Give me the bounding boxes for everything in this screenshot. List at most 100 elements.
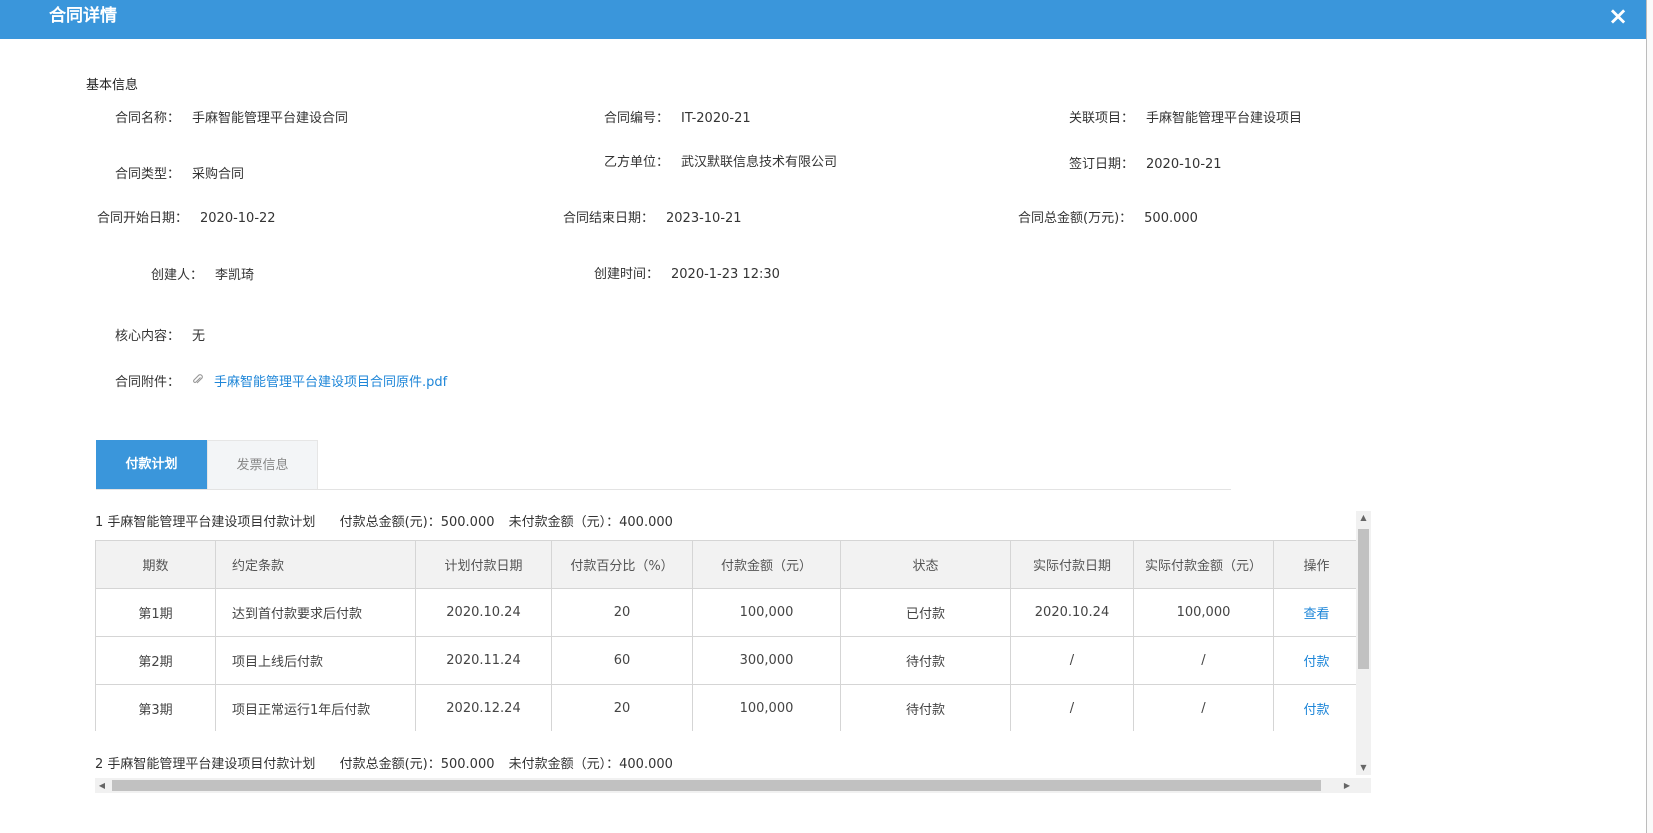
section-title-basic-info: 基本信息 [86,78,139,93]
attachment-label: 合同附件： [115,375,181,390]
plan-header-1: 1 手麻智能管理平台建设项目付款计划 付款总金额(元)：500.000 未付款金… [95,511,673,530]
end-date-label: 合同结束日期： [563,211,655,226]
cell-actual-amount: / [1133,636,1274,685]
created-time-value: 2020-1-23 12:30 [671,267,780,282]
col-actions: 操作 [1273,540,1356,589]
field-related-project: 关联项目： 手麻智能管理平台建设项目 [1069,107,1302,126]
plan-total: 付款总金额(元)：500.000 [339,515,495,530]
field-core-content: 核心内容： 无 [115,325,205,344]
paperclip-icon [192,374,204,389]
cell-actual-date: / [1010,684,1134,731]
table-row: 第3期 项目正常运行1年后付款 2020.12.24 20 100,000 待付… [95,684,1356,731]
cell-terms: 项目上线后付款 [215,636,416,685]
total-amount-value: 500.000 [1144,211,1198,226]
scroll-down-icon[interactable]: ▼ [1356,761,1371,775]
sign-date-value: 2020-10-21 [1146,157,1222,172]
start-date-label: 合同开始日期： [97,211,189,226]
scroll-up-icon[interactable]: ▲ [1356,511,1371,525]
close-icon[interactable]: × [1606,4,1630,28]
plan-index: 1 [95,515,104,530]
plan-total: 付款总金额(元)：500.000 [339,757,495,772]
sign-date-label: 签订日期： [1069,157,1135,172]
cell-status: 已付款 [840,588,1011,637]
attachment-link[interactable]: 手麻智能管理平台建设项目合同原件.pdf [214,375,447,390]
contract-name-label: 合同名称： [115,111,181,126]
field-total-amount: 合同总金额(万元)： 500.000 [1018,207,1198,226]
start-date-value: 2020-10-22 [200,211,276,226]
field-creator: 创建人： 李凯琦 [151,264,254,283]
contract-type-label: 合同类型： [115,167,181,182]
total-amount-label: 合同总金额(万元)： [1018,211,1133,226]
tab-payment-plan[interactable]: 付款计划 [96,440,207,489]
vertical-scrollbar[interactable]: ▲ ▼ [1356,511,1371,775]
cell-percent: 20 [551,684,693,731]
creator-label: 创建人： [151,268,204,283]
plan-unpaid: 未付款金额（元）：400.000 [508,757,673,772]
scroll-right-icon[interactable]: ▶ [1340,778,1354,793]
pay-link[interactable]: 付款 [1303,655,1329,670]
table-row: 第2期 项目上线后付款 2020.11.24 60 300,000 待付款 / … [95,636,1356,685]
field-contract-no: 合同编号： IT-2020-21 [604,107,751,126]
col-actual-date: 实际付款日期 [1010,540,1134,589]
plan-name: 手麻智能管理平台建设项目付款计划 [107,515,316,530]
cell-amount: 100,000 [692,684,841,731]
party-b-label: 乙方单位： [604,155,670,170]
dialog-title: 合同详情 [49,6,117,26]
core-content-value: 无 [192,329,206,344]
dialog-header: 合同详情 × [0,0,1646,39]
contract-no-value: IT-2020-21 [681,111,751,126]
cell-planned-date: 2020.12.24 [415,684,552,731]
field-sign-date: 签订日期： 2020-10-21 [1069,153,1222,172]
contract-no-label: 合同编号： [604,111,670,126]
field-contract-type: 合同类型： 采购合同 [115,163,244,182]
horizontal-scrollbar[interactable]: ◀ ▶ [95,778,1371,793]
end-date-value: 2023-10-21 [666,211,742,226]
cell-status: 待付款 [840,636,1011,685]
cell-period: 第2期 [95,636,216,685]
vertical-scroll-thumb[interactable] [1358,529,1369,669]
col-planned-date: 计划付款日期 [415,540,552,589]
view-link[interactable]: 查看 [1303,607,1329,622]
col-status: 状态 [840,540,1011,589]
cell-planned-date: 2020.11.24 [415,636,552,685]
field-contract-name: 合同名称： 手麻智能管理平台建设合同 [115,107,348,126]
cell-percent: 20 [551,588,693,637]
contract-type-value: 采购合同 [192,167,245,182]
field-end-date: 合同结束日期： 2023-10-21 [563,207,742,226]
core-content-label: 核心内容： [115,329,181,344]
cell-period: 第1期 [95,588,216,637]
horizontal-scroll-thumb[interactable] [112,780,1321,791]
field-party-b: 乙方单位： 武汉默联信息技术有限公司 [604,151,837,170]
col-period: 期数 [95,540,216,589]
cell-actual-date: / [1010,636,1134,685]
cell-terms: 达到首付款要求后付款 [215,588,416,637]
cell-amount: 300,000 [692,636,841,685]
cell-action: 付款 [1273,636,1356,685]
plan-header-2: 2 手麻智能管理平台建设项目付款计划 付款总金额(元)：500.000 未付款金… [95,753,673,772]
contract-name-value: 手麻智能管理平台建设合同 [192,111,349,126]
tab-invoice-info[interactable]: 发票信息 [207,440,318,489]
cell-terms: 项目正常运行1年后付款 [215,684,416,731]
pay-link[interactable]: 付款 [1303,703,1329,718]
table-header-row: 期数 约定条款 计划付款日期 付款百分比（%） 付款金额（元） 状态 实际付款日… [95,540,1356,589]
related-project-label: 关联项目： [1069,111,1135,126]
scroll-left-icon[interactable]: ◀ [95,778,109,793]
cell-period: 第3期 [95,684,216,731]
cell-action: 付款 [1273,684,1356,731]
cell-actual-date: 2020.10.24 [1010,588,1134,637]
cell-action: 查看 [1273,588,1356,637]
cell-planned-date: 2020.10.24 [415,588,552,637]
tab-bar: 付款计划 发票信息 [96,440,1231,490]
related-project-value: 手麻智能管理平台建设项目 [1146,111,1303,126]
col-terms: 约定条款 [215,540,416,589]
plan-unpaid: 未付款金额（元）：400.000 [508,515,673,530]
cell-actual-amount: / [1133,684,1274,731]
col-percent: 付款百分比（%） [551,540,693,589]
col-amount: 付款金额（元） [692,540,841,589]
cell-amount: 100,000 [692,588,841,637]
created-time-label: 创建时间： [594,267,660,282]
cell-status: 待付款 [840,684,1011,731]
payment-plan-table-wrapper: 期数 约定条款 计划付款日期 付款百分比（%） 付款金额（元） 状态 实际付款日… [95,540,1356,731]
payment-plan-table: 期数 约定条款 计划付款日期 付款百分比（%） 付款金额（元） 状态 实际付款日… [95,540,1356,731]
plan-name: 手麻智能管理平台建设项目付款计划 [107,757,316,772]
